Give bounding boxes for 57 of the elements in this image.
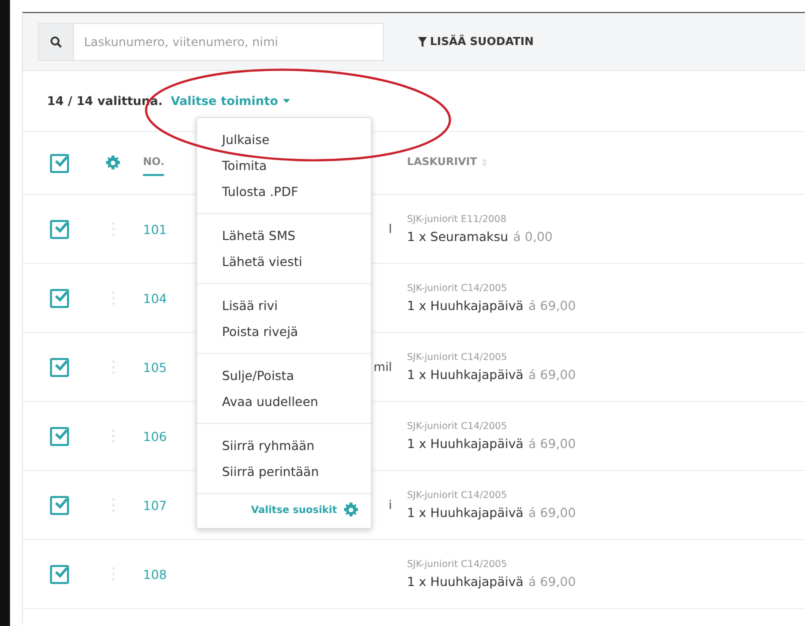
column-header[interactable]: LASKURIVIT — [407, 150, 488, 176]
table-cell: i — [388, 498, 392, 512]
group-label: SJK-juniorit E11/2008 — [407, 214, 506, 225]
unit-price: á 69,00 — [528, 367, 576, 382]
checkmark-icon — [54, 221, 68, 233]
menu-item[interactable]: Poista rivejä — [197, 319, 371, 345]
menu-item[interactable]: Tulosta .PDF — [197, 179, 371, 205]
search-icon — [50, 36, 62, 48]
checkbox[interactable] — [50, 154, 68, 172]
checkbox[interactable] — [50, 564, 68, 584]
menu-item[interactable]: Lähetä viesti — [197, 249, 371, 275]
line-item: 1 x Huuhkajapäivä — [407, 298, 524, 313]
checkbox[interactable] — [50, 288, 68, 308]
checkmark-icon — [54, 428, 68, 440]
checkmark-icon — [54, 497, 68, 509]
menu-item[interactable]: Avaa uudelleen — [197, 389, 371, 415]
funnel-icon — [418, 36, 427, 46]
line-item: 1 x Huuhkajapäivä — [407, 574, 524, 589]
checkbox[interactable] — [50, 426, 68, 446]
menu-item[interactable]: Sulje/Poista — [197, 363, 371, 389]
unit-price: á 69,00 — [528, 574, 576, 589]
checkbox[interactable] — [50, 496, 68, 514]
group-label: SJK-juniorit C14/2005 — [407, 559, 508, 570]
group-label: SJK-juniorit C14/2005 — [407, 421, 508, 432]
checkbox[interactable] — [50, 358, 68, 376]
column-header[interactable]: NO. — [143, 150, 164, 176]
line-item: 1 x Seuramaksu — [407, 229, 508, 244]
menu-item[interactable]: Lisää rivi — [197, 293, 371, 319]
checkmark-icon — [54, 155, 68, 167]
unit-price: á 69,00 — [528, 505, 576, 520]
filter-button[interactable]: LISÄÄ SUODATIN — [418, 35, 534, 48]
group-label: SJK-juniorit C14/2005 — [407, 352, 508, 363]
caret-icon — [283, 99, 290, 103]
line-item: 1 x Huuhkajapäivä — [407, 436, 524, 451]
menu-item[interactable]: Julkaise — [197, 127, 371, 153]
checkmark-icon — [54, 359, 68, 371]
menu-item[interactable]: Lähetä SMS — [197, 223, 371, 249]
search-button[interactable] — [38, 22, 73, 60]
search-field[interactable]: Laskunumero, viitenumero, nimi — [73, 22, 384, 60]
unit-price: á 69,00 — [528, 298, 576, 313]
unit-price: á 0,00 — [513, 229, 553, 244]
sort-icon — [482, 158, 488, 166]
line-item: 1 x Huuhkajapäivä — [407, 505, 524, 520]
line-item: 1 x Huuhkajapäivä — [407, 367, 524, 382]
menu-item[interactable]: Toimita — [197, 153, 371, 179]
table-cell: mil — [374, 360, 392, 374]
table-cell: l — [388, 222, 392, 236]
gear-icon — [343, 502, 359, 518]
menu-item[interactable]: Siirrä perintään — [197, 459, 371, 485]
group-label: SJK-juniorit C14/2005 — [407, 490, 508, 501]
checkmark-icon — [54, 566, 68, 578]
gear-icon — [105, 155, 121, 171]
unit-price: á 69,00 — [528, 436, 576, 451]
checkbox[interactable] — [50, 220, 68, 238]
group-label: SJK-juniorit C14/2005 — [407, 283, 508, 294]
menu-item[interactable]: Siirrä ryhmään — [197, 433, 371, 459]
checkmark-icon — [54, 290, 68, 302]
